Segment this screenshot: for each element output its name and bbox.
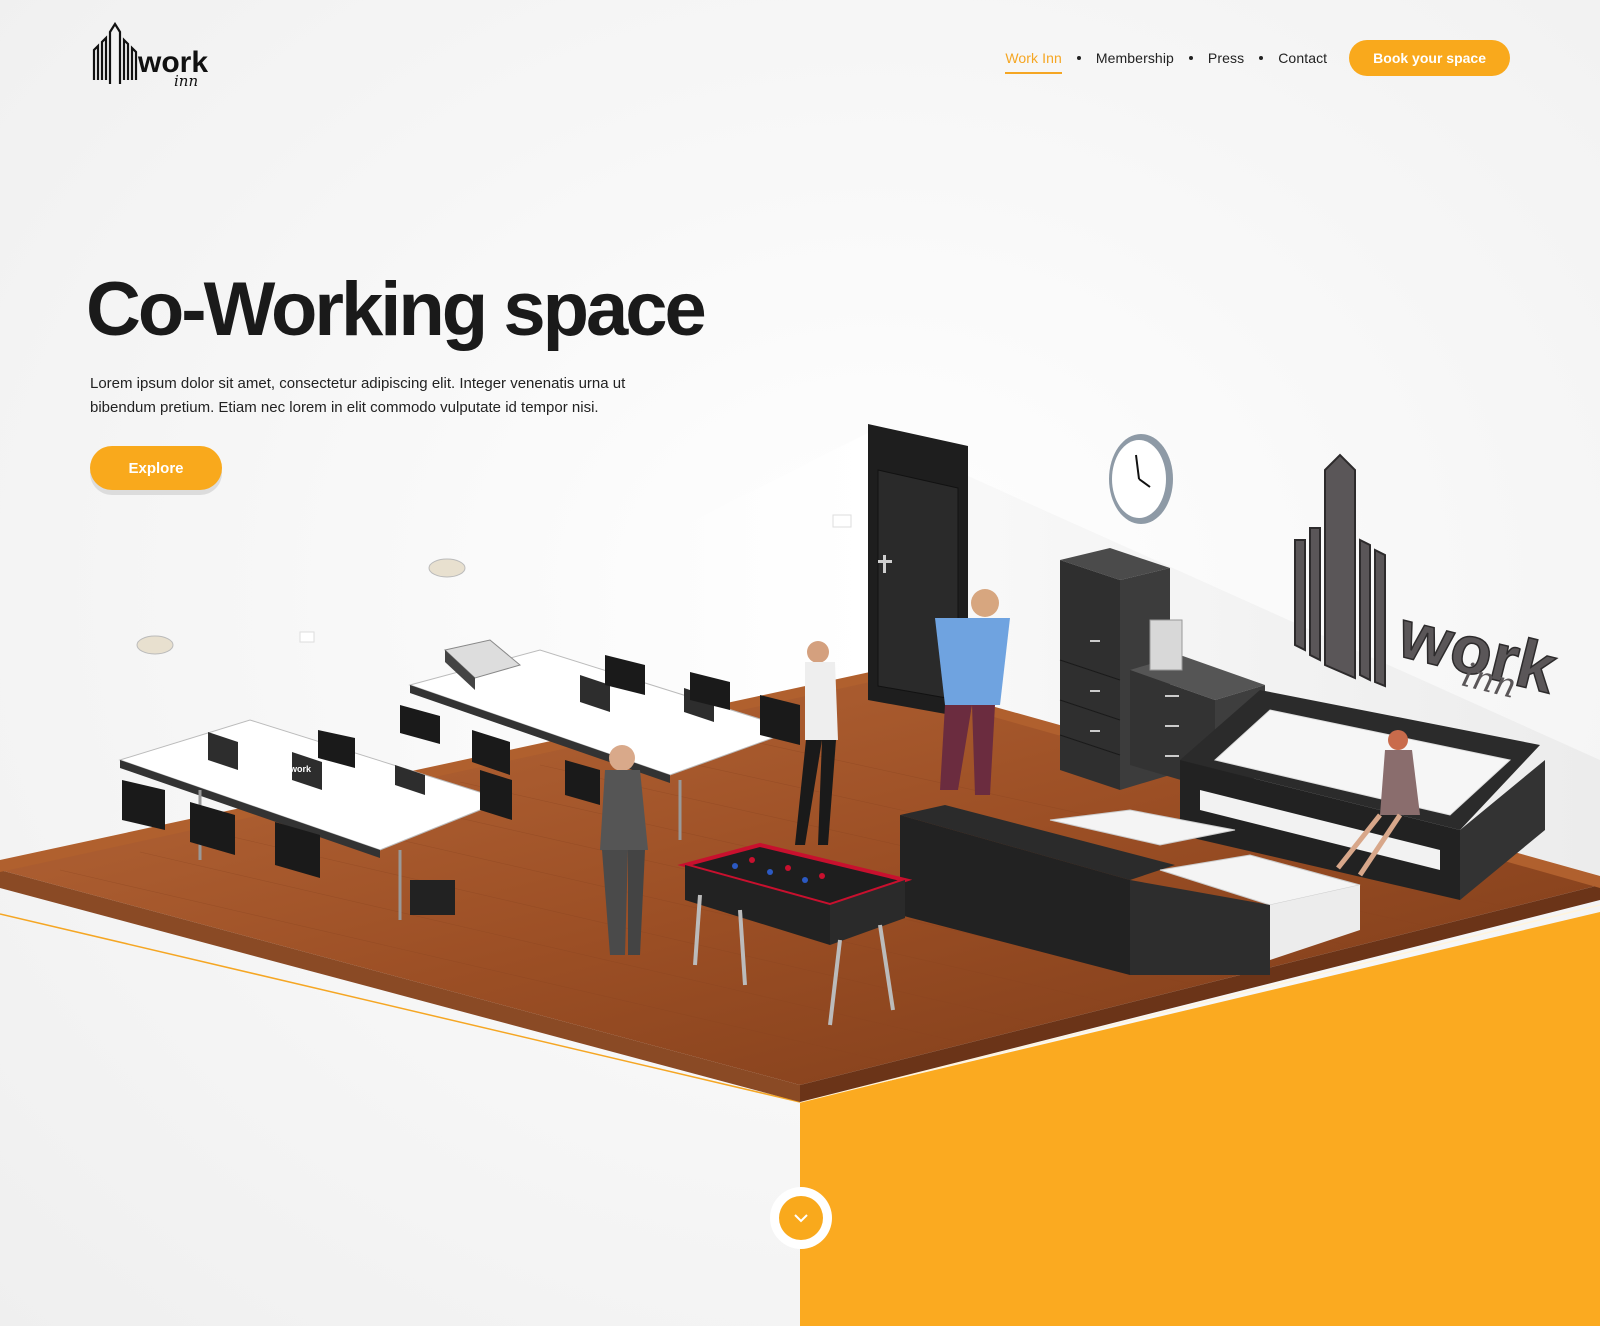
work-inn-logo[interactable]: work inn [88, 22, 228, 92]
explore-button[interactable]: Explore [90, 446, 222, 490]
wall-clock [1109, 434, 1173, 524]
scroll-down-button[interactable] [770, 1187, 832, 1249]
laptop-label: work [289, 764, 312, 774]
chevron-down-icon [794, 1214, 808, 1223]
nav-item-contact[interactable]: Contact [1278, 42, 1327, 74]
landing-page: work inn work work inn Work Inn Membersh… [0, 0, 1600, 1326]
main-nav: Work Inn Membership Press Contact Book y… [1005, 40, 1510, 76]
briefcase [410, 880, 455, 915]
book-your-space-button[interactable]: Book your space [1349, 40, 1510, 76]
hero-description: Lorem ipsum dolor sit amet, consectetur … [90, 375, 626, 416]
logo-sub: inn [174, 72, 198, 90]
nav-separator [1259, 56, 1264, 60]
nav-item-membership[interactable]: Membership [1096, 42, 1174, 74]
nav-item-press[interactable]: Press [1208, 42, 1244, 74]
nav-item-work-inn[interactable]: Work Inn [1005, 42, 1062, 74]
nav-separator [1076, 56, 1081, 60]
nav-separator [1188, 56, 1193, 60]
office-illustration: work inn work [0, 424, 1600, 1102]
scroll-down-inner [779, 1196, 823, 1240]
hero-title: Co-Working space [86, 267, 707, 352]
